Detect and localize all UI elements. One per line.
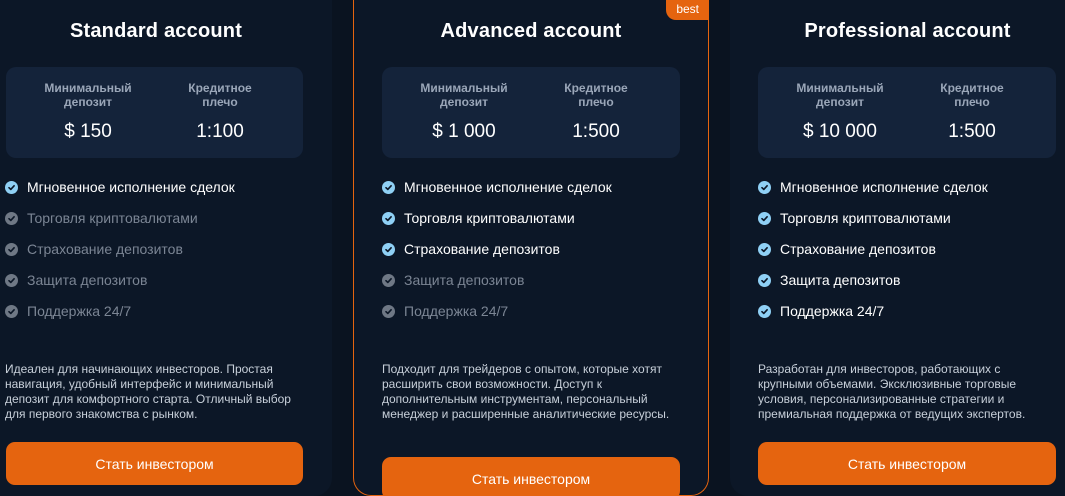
feature-item: Торговля криптовалютами [758, 210, 988, 241]
feature-label: Защита депозитов [780, 272, 901, 288]
best-badge: best [666, 0, 709, 20]
leverage-value: 1:100 [196, 121, 244, 142]
feature-label: Поддержка 24/7 [404, 303, 509, 319]
leverage: Кредитное плечо 1:500 [912, 81, 1032, 143]
check-circle-icon [382, 212, 395, 225]
feature-label: Страхование депозитов [404, 241, 560, 257]
feature-list: Мгновенное исполнение сделок Торговля кри… [382, 179, 612, 334]
feature-list: Мгновенное исполнение сделок Торговля кри… [5, 179, 235, 334]
check-circle-icon [382, 243, 395, 256]
check-circle-icon [758, 305, 771, 318]
check-circle-icon [758, 274, 771, 287]
check-circle-icon [5, 243, 18, 256]
feature-label: Мгновенное исполнение сделок [27, 179, 235, 195]
feature-item: Мгновенное исполнение сделок [382, 179, 612, 210]
min-deposit: Минимальный депозит $ 1 000 [404, 81, 524, 143]
min-deposit-value: $ 10 000 [803, 121, 877, 142]
feature-item: Защита депозитов [758, 272, 988, 303]
feature-label: Мгновенное исполнение сделок [780, 179, 988, 195]
plan-title: Standard account [69, 20, 243, 42]
plan-card-advanced: best Advanced account Минимальный депози… [353, 0, 709, 496]
feature-label: Торговля криптовалютами [27, 210, 198, 226]
min-deposit: Минимальный депозит $ 150 [28, 81, 148, 143]
leverage: Кредитное плечо 1:100 [160, 81, 280, 143]
plan-card-standard: Standard account Минимальный депозит $ 1… [0, 0, 332, 496]
min-deposit: Минимальный депозит $ 10 000 [780, 81, 900, 143]
feature-item: Торговля криптовалютами [5, 210, 235, 241]
feature-item: Страхование депозитов [382, 241, 612, 272]
feature-item: Поддержка 24/7 [758, 303, 988, 334]
min-deposit-value: $ 1 000 [432, 121, 496, 142]
leverage: Кредитное плечо 1:500 [536, 81, 656, 143]
feature-label: Поддержка 24/7 [27, 303, 132, 319]
feature-list: Мгновенное исполнение сделок Торговля кри… [758, 179, 988, 334]
check-circle-icon [5, 181, 18, 194]
leverage-label: Кредитное плечо [564, 81, 628, 109]
check-circle-icon [5, 305, 18, 318]
feature-label: Торговля криптовалютами [780, 210, 951, 226]
feature-label: Мгновенное исполнение сделок [404, 179, 612, 195]
plan-stats: Минимальный депозит $ 150 Кредитное плеч… [6, 67, 303, 158]
leverage-label: Кредитное плечо [940, 81, 1004, 109]
leverage-value: 1:500 [948, 121, 996, 142]
feature-item: Страхование депозитов [758, 241, 988, 272]
check-circle-icon [382, 305, 395, 318]
leverage-value: 1:500 [572, 121, 620, 142]
pricing-section: Standard account Минимальный депозит $ 1… [0, 0, 1065, 496]
feature-item: Защита депозитов [382, 272, 612, 303]
min-deposit-label: Минимальный депозит [44, 81, 132, 109]
feature-item: Поддержка 24/7 [5, 303, 235, 334]
become-investor-button[interactable]: Стать инвестором [382, 457, 680, 496]
check-circle-icon [758, 243, 771, 256]
check-circle-icon [758, 212, 771, 225]
plan-description: Подходит для трейдеров с опытом, которые… [382, 362, 670, 421]
plan-title: Professional account [804, 20, 1011, 42]
plan-description: Разработан для инвесторов, работающих с … [758, 362, 1026, 421]
check-circle-icon [382, 181, 395, 194]
become-investor-button[interactable]: Стать инвестором [6, 442, 303, 485]
plan-stats: Минимальный депозит $ 1 000 Кредитное пл… [382, 67, 680, 158]
feature-label: Страхование депозитов [780, 241, 936, 257]
plan-title: Advanced account [440, 20, 622, 42]
plan-stats: Минимальный депозит $ 10 000 Кредитное п… [758, 67, 1056, 158]
check-circle-icon [5, 274, 18, 287]
feature-item: Мгновенное исполнение сделок [5, 179, 235, 210]
feature-label: Защита депозитов [27, 272, 148, 288]
check-circle-icon [5, 212, 18, 225]
feature-item: Торговля криптовалютами [382, 210, 612, 241]
feature-item: Страхование депозитов [5, 241, 235, 272]
leverage-label: Кредитное плечо [188, 81, 252, 109]
feature-item: Поддержка 24/7 [382, 303, 612, 334]
min-deposit-label: Минимальный депозит [420, 81, 508, 109]
feature-label: Защита депозитов [404, 272, 525, 288]
min-deposit-label: Минимальный депозит [796, 81, 884, 109]
feature-item: Мгновенное исполнение сделок [758, 179, 988, 210]
become-investor-button[interactable]: Стать инвестором [758, 442, 1056, 485]
plan-description: Идеален для начинающих инвесторов. Прост… [5, 362, 291, 421]
plan-card-professional: Professional account Минимальный депозит… [730, 0, 1065, 496]
check-circle-icon [758, 181, 771, 194]
min-deposit-value: $ 150 [64, 121, 112, 142]
check-circle-icon [382, 274, 395, 287]
feature-label: Торговля криптовалютами [404, 210, 575, 226]
feature-label: Поддержка 24/7 [780, 303, 885, 319]
feature-item: Защита депозитов [5, 272, 235, 303]
feature-label: Страхование депозитов [27, 241, 183, 257]
